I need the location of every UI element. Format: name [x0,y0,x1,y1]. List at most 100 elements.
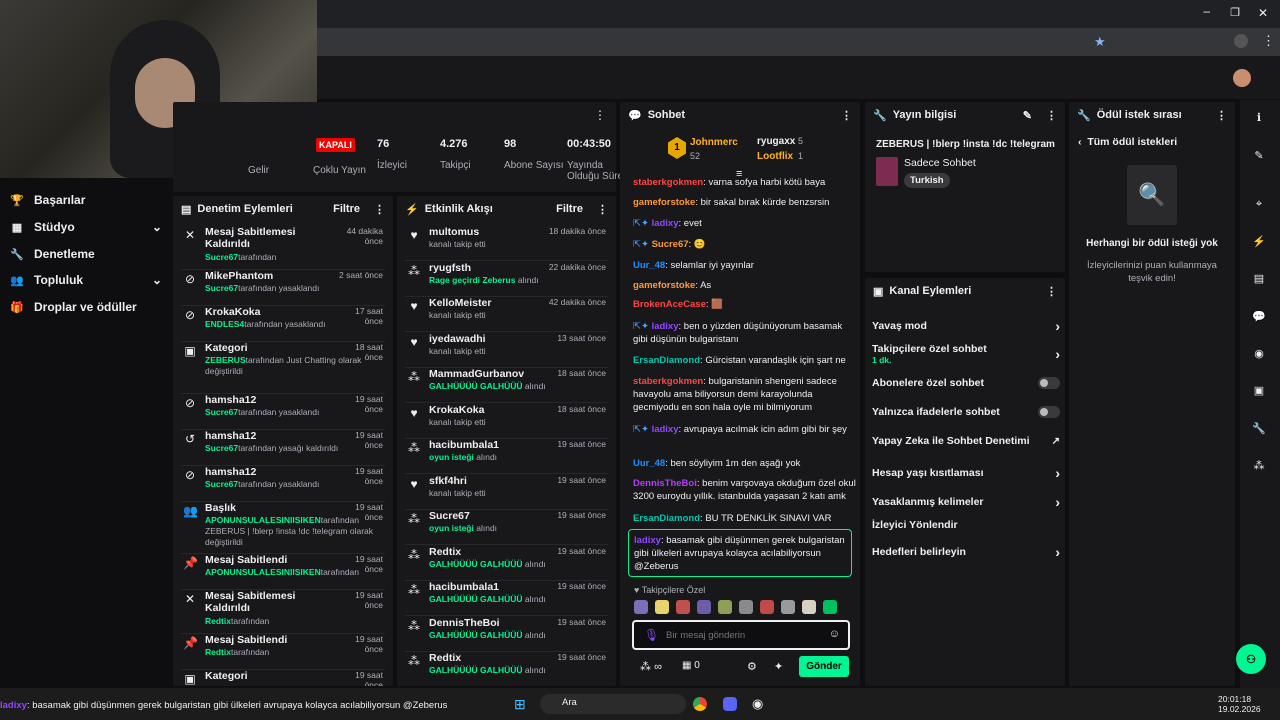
chat-username[interactable]: DennisTheBoi [633,478,697,489]
mod-filter-button[interactable]: Filtre [333,203,360,215]
activity-row[interactable]: ♥ multomus 18 dakika önce kanalı takip etti [405,226,608,261]
emote-icon[interactable] [676,600,690,614]
activity-row[interactable]: ⁂ DennisTheBoi 19 saat önce GALHÜÜÜÜ GALHÜÜ… [405,617,608,652]
sidebar-item[interactable]: 👥 Topluluk ⌄ [10,268,162,292]
maximize-window-icon[interactable]: ❐ [1230,6,1240,19]
help-button[interactable]: ⚇ [1236,644,1266,674]
chevron-right-icon[interactable]: › [1055,465,1060,481]
mod-action-row[interactable]: ✕ Mesaj Sabitlemesi Kaldırıldı 44 dakika ö… [181,226,385,270]
chat-username[interactable]: gameforstoke [633,280,695,291]
external-link-icon[interactable]: ↗ [1052,436,1060,447]
channel-action-row[interactable]: Takipçilere özel sohbet 1 dk. › [872,343,1060,365]
chat-input-box[interactable]: 🎙 ☺ [632,620,850,650]
send-button[interactable]: Gönder [799,656,849,677]
layout-icon[interactable]: ▣ [1250,381,1268,399]
activity-row[interactable]: ♥ KrokaKoka 18 saat önce kanalı takip etti [405,404,608,439]
mod-action-user[interactable]: ENDLES4 [205,319,244,329]
sidebar-item[interactable]: 🎁 Droplar ve ödüller [10,295,162,319]
emoji-icon[interactable]: ☺ [829,628,840,640]
emote-icon[interactable] [718,600,732,614]
activity-row[interactable]: ⁂ ryugfsth 22 dakika önce Rage geçirdi Zebe… [405,262,608,297]
channel-action-row[interactable]: İzleyici Yönlendir [872,519,1060,531]
chat-username[interactable]: ErsanDiamond [633,355,700,366]
mod-action-row[interactable]: ▣ Kategori 18 saat önce ZEBERUStarafından J… [181,342,385,394]
windows-start-icon[interactable]: ⊞ [514,696,526,713]
chat-username[interactable]: staberkgokmen [633,376,703,387]
activity-row[interactable]: ♥ KelloMeister 42 dakika önce kanalı takip … [405,297,608,332]
mod-action-row[interactable]: ⊘ hamsha12 19 saat önce Sucre67tarafından y… [181,466,385,502]
activity-row[interactable]: ⁂ Redtix 19 saat önce GALHÜÜÜÜ GALHÜÜÜ alın… [405,546,608,581]
extensions-icon[interactable]: ✦ [774,660,783,673]
mod-action-row[interactable]: 📌 Mesaj Sabitlendi 19 saat önce Redtixtaraf… [181,634,385,670]
sidebar-item[interactable]: 🔧 Denetleme [10,242,162,266]
channel-action-row[interactable]: Abonelere özel sohbet [872,377,1060,389]
wrench-icon[interactable]: 🔧 [1250,419,1268,437]
emote-icon[interactable] [823,600,837,614]
emote-icon[interactable] [781,600,795,614]
chat-username[interactable]: staberkgokmen [633,177,703,188]
language-tag[interactable]: Turkish [904,173,950,188]
mod-action-row[interactable]: ⊘ MikePhantom 2 saat önce Sucre67tarafından… [181,270,385,306]
chevron-down-icon[interactable]: ⌄ [152,220,162,234]
chat-username[interactable]: ErsanDiamond [633,513,700,524]
chevron-right-icon[interactable]: › [1055,318,1060,334]
chevron-right-icon[interactable]: › [1055,346,1060,362]
events-filter-button[interactable]: Filtre [556,203,583,215]
emote-icon[interactable] [760,600,774,614]
leader-second-name[interactable]: ryugaxx [757,136,795,147]
chat-username[interactable]: ladixy [652,424,679,435]
reward-menu-icon[interactable]: ⋮ [1216,109,1227,122]
edit-icon[interactable]: ✎ [1023,109,1032,122]
focus-icon[interactable]: ⌖ [1250,195,1268,213]
channel-action-row[interactable]: Hedefleri belirleyin › [872,544,1060,560]
chat-username[interactable]: ladixy [652,321,679,332]
discord-taskbar-icon[interactable] [723,697,737,711]
emote-icon[interactable] [655,600,669,614]
mod-action-row[interactable]: ⊘ hamsha12 19 saat önce Sucre67tarafından y… [181,394,385,430]
mod-action-user[interactable]: Sucre67 [205,252,238,262]
highlight-username[interactable]: ladixy [634,535,661,546]
minimize-window-icon[interactable]: – [1203,4,1210,18]
mod-action-row[interactable]: ▣ Kategori 19 saat önce [181,670,385,686]
mod-action-row[interactable]: ✕ Mesaj Sabitlemesi Kaldırıldı 19 saat önc… [181,590,385,634]
close-window-icon[interactable]: ✕ [1258,6,1268,20]
leader-third-name[interactable]: Lootflix [757,151,793,162]
activity-row[interactable]: ⁂ hacibumbala1 19 saat önce GALHÜÜÜÜ GALHÜÜ… [405,581,608,616]
mod-action-user[interactable]: ZEBERUS [205,355,246,365]
activity-row[interactable]: ⁂ Redtix 19 saat önce GALHÜÜÜÜ GALHÜÜÜ alın… [405,652,608,686]
chat-icon[interactable]: 💬 [1250,307,1268,325]
taskbar-clock[interactable]: 20:01:18 19.02.2026 [1218,694,1261,714]
mod-menu-icon[interactable]: ⋮ [374,203,385,216]
channel-actions-menu-icon[interactable]: ⋮ [1046,285,1057,298]
taskbar-search[interactable]: Ara [540,694,686,714]
emote-icon[interactable] [802,600,816,614]
mod-action-user[interactable]: Sucre67 [205,407,238,417]
stream-info-menu-icon[interactable]: ⋮ [1046,109,1057,122]
profile-icon[interactable] [1234,34,1248,48]
channel-action-row[interactable]: Yavaş mod › [872,318,1060,334]
bookmark-star-icon[interactable]: ★ [1094,34,1106,50]
community-icon[interactable]: ⁂ [1250,456,1268,474]
chat-input[interactable] [666,627,816,643]
activity-row[interactable]: ⁂ MammadGurbanov 18 saat önce GALHÜÜÜÜ GALH… [405,368,608,403]
chevron-right-icon[interactable]: › [1055,494,1060,510]
mod-action-user[interactable]: APONUNSULALESINIISIKEN [205,515,321,525]
chat-settings-icon[interactable]: ⚙ [747,660,757,673]
stream-category[interactable]: Sadece Sohbet [904,157,976,169]
sidebar-item[interactable]: ▦ Stüdyo ⌄ [10,215,162,239]
mod-action-row[interactable]: ⊘ KrokaKoka 17 saat önce ENDLES4tarafından … [181,306,385,342]
info-icon[interactable]: ℹ [1250,108,1268,126]
mod-action-user[interactable]: Sucre67 [205,479,238,489]
sidebar-item[interactable]: 🏆 Başarılar [10,188,162,212]
channel-action-row[interactable]: Yapay Zeka ile Sohbet Denetimi ↗ [872,435,1060,447]
obs-taskbar-icon[interactable]: ◉ [752,696,763,712]
activity-row[interactable]: ⁂ Sucre67 19 saat önce oyun isteği alındı [405,510,608,545]
chat-username[interactable]: Sucre67 [652,239,689,250]
chat-username[interactable]: Uur_48 [633,260,665,271]
bolt-icon[interactable]: ⚡ [1250,232,1268,250]
user-avatar[interactable] [1233,69,1251,87]
chrome-taskbar-icon[interactable] [693,697,707,711]
browser-menu-icon[interactable]: ⋮ [1262,33,1275,49]
stats-menu-icon[interactable]: ⋮ [594,108,606,122]
chat-username[interactable]: gameforstoke [633,197,695,208]
